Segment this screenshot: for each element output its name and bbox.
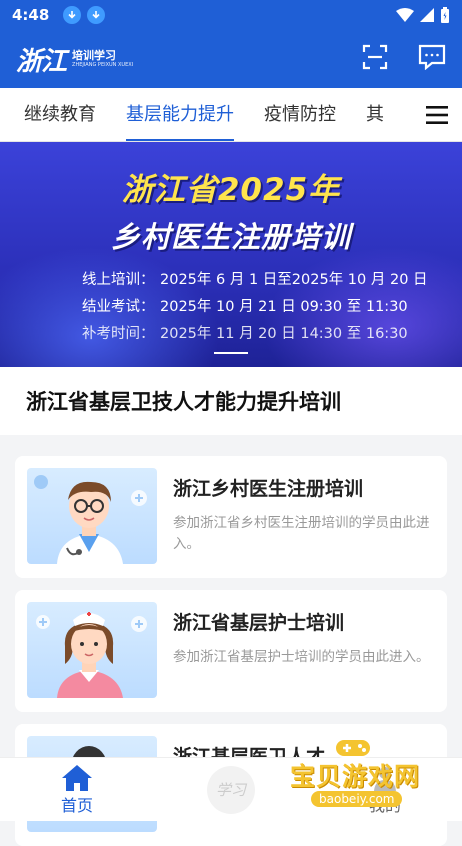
card-description: 参加浙江省基层护士培训的学员由此进入。 [173, 649, 430, 665]
section-title: 浙江省基层卫技人才能力提升培训 [0, 367, 462, 435]
battery-icon [441, 7, 449, 23]
signal-icon [420, 8, 434, 22]
wifi-icon [396, 8, 414, 22]
download-icon [63, 6, 82, 24]
tab-other[interactable]: 其 [366, 88, 384, 141]
nurse-illustration [27, 602, 157, 698]
nav-study-label: 学习 [215, 781, 246, 799]
banner-subtitle: 乡村医生注册培训 [110, 220, 351, 254]
card-description: 参加浙江省乡村医生注册培训的学员由此进入。 [173, 515, 430, 552]
app-header: 浙江 培训学习 ZHEJIANG PEIXUN XUEXI [0, 30, 462, 88]
status-time: 4:48 [12, 6, 50, 24]
app-logo: 浙江 培训学习 ZHEJIANG PEIXUN XUEXI [16, 41, 133, 78]
download-icon [87, 6, 106, 24]
schedule-row: 结业考试： 2025年 10 月 21 日 09:30 至 11:30 [82, 299, 408, 315]
doctor-illustration [27, 468, 157, 564]
site-watermark: 宝贝游戏网 baobeiy.com [285, 735, 455, 817]
scan-icon[interactable] [362, 44, 388, 74]
tab-continuing-education[interactable]: 继续教育 [24, 88, 96, 141]
watermark-text: 宝贝游戏网 [290, 762, 421, 791]
nav-home[interactable]: 首页 [0, 758, 154, 821]
status-bar: 4:48 [0, 0, 462, 30]
status-indicators [396, 7, 450, 23]
card-title: 浙江省基层护士培训 [173, 612, 345, 634]
banner-schedule: 线上培训： 2025年 6 月 1 日至2025年 10 月 20 日 结业考试：… [82, 267, 428, 348]
home-icon [62, 764, 92, 791]
tab-epidemic-prevention[interactable]: 疫情防控 [264, 88, 336, 141]
message-icon[interactable] [418, 44, 446, 74]
nav-home-label: 首页 [60, 795, 93, 815]
banner-title: 浙江省2025年 [121, 172, 341, 208]
schedule-row: 补考时间： 2025年 11 月 20 日 14:30 至 16:30 [82, 326, 408, 342]
category-tabs: 继续教育 基层能力提升 疫情防控 其 [0, 88, 462, 142]
carousel-indicator [214, 352, 248, 354]
tab-menu-button[interactable] [412, 88, 462, 141]
course-card-nurse[interactable]: 浙江省基层护士培训 参加浙江省基层护士培训的学员由此进入。 [15, 590, 447, 712]
course-card-village-doctor[interactable]: 浙江乡村医生注册培训 参加浙江省乡村医生注册培训的学员由此进入。 [15, 456, 447, 578]
menu-icon [426, 106, 448, 124]
schedule-row: 线上培训： 2025年 6 月 1 日至2025年 10 月 20 日 [82, 272, 428, 288]
watermark-url: baobeiy.com [311, 791, 403, 807]
study-icon: 学习 [207, 765, 255, 814]
card-title: 浙江乡村医生注册培训 [173, 478, 364, 500]
logo-title: 培训学习 [72, 49, 117, 62]
logo-mark: 浙江 [16, 46, 67, 77]
logo-subtitle: ZHEJIANG PEIXUN XUEXI [72, 62, 134, 68]
promo-banner[interactable]: 浙江省2025年 乡村医生注册培训 线上培训： 2025年 6 月 1 日至202… [0, 142, 462, 367]
tab-grassroots-capacity[interactable]: 基层能力提升 [126, 88, 234, 141]
